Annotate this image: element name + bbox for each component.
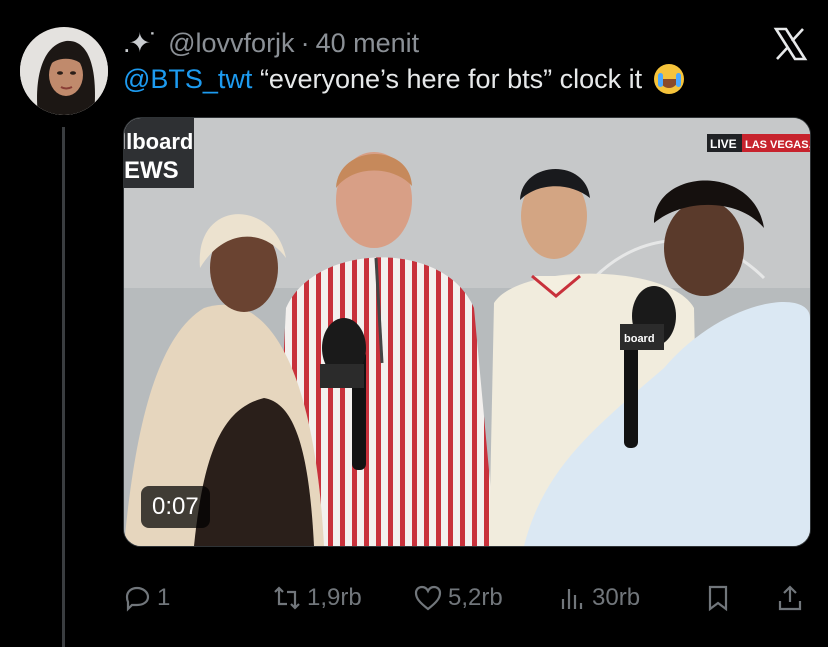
header-separator: · [300,27,310,58]
reply-button[interactable]: 1 [122,578,170,618]
video-player[interactable]: llboard EWS LIVE LAS VEGAS, I [123,117,811,547]
mic-flag-text: board [624,333,655,345]
tweet-time[interactable]: 40 menit [316,28,420,59]
share-icon [778,585,802,611]
reply-count: 1 [157,584,171,611]
views-button[interactable]: 30rb [557,578,640,618]
thread-line [62,127,65,647]
mention-link[interactable]: @BTS_twt [123,64,252,94]
bookmark-icon [708,585,728,612]
location-badge: LAS VEGAS, I [745,139,810,151]
repost-icon [274,586,300,610]
views-count: 30rb [592,584,641,611]
share-button[interactable] [775,578,805,618]
live-badge: LIVE [710,137,737,151]
like-count: 5,2rb [448,584,503,611]
heart-icon [414,585,442,611]
repost-count: 1,9rb [307,584,362,611]
video-timestamp: 0:07 [141,486,210,528]
tweet-actions: 1 1,9rb 5,2rb 30rb [0,578,828,618]
tweet-header: .✦˙ @lovvforjk · 40 menit [123,26,419,60]
loudly-crying-face-icon [653,64,684,94]
billboard-news-text: EWS [124,157,179,184]
views-chart-icon [561,589,583,609]
like-button[interactable]: 5,2rb [413,578,503,618]
x-logo-icon [773,27,808,61]
display-name[interactable]: .✦˙ [123,28,158,59]
tweet-text: @BTS_twt “everyone’s here for bts” clock… [123,64,684,95]
author-avatar[interactable] [20,27,108,115]
repost-button[interactable]: 1,9rb [272,578,362,618]
tweet-body: “everyone’s here for bts” clock it [252,64,643,94]
reply-icon [125,586,150,612]
author-handle[interactable]: @lovvforjk [168,28,294,59]
bookmark-button[interactable] [703,578,733,618]
billboard-logo: llboard [124,129,193,154]
